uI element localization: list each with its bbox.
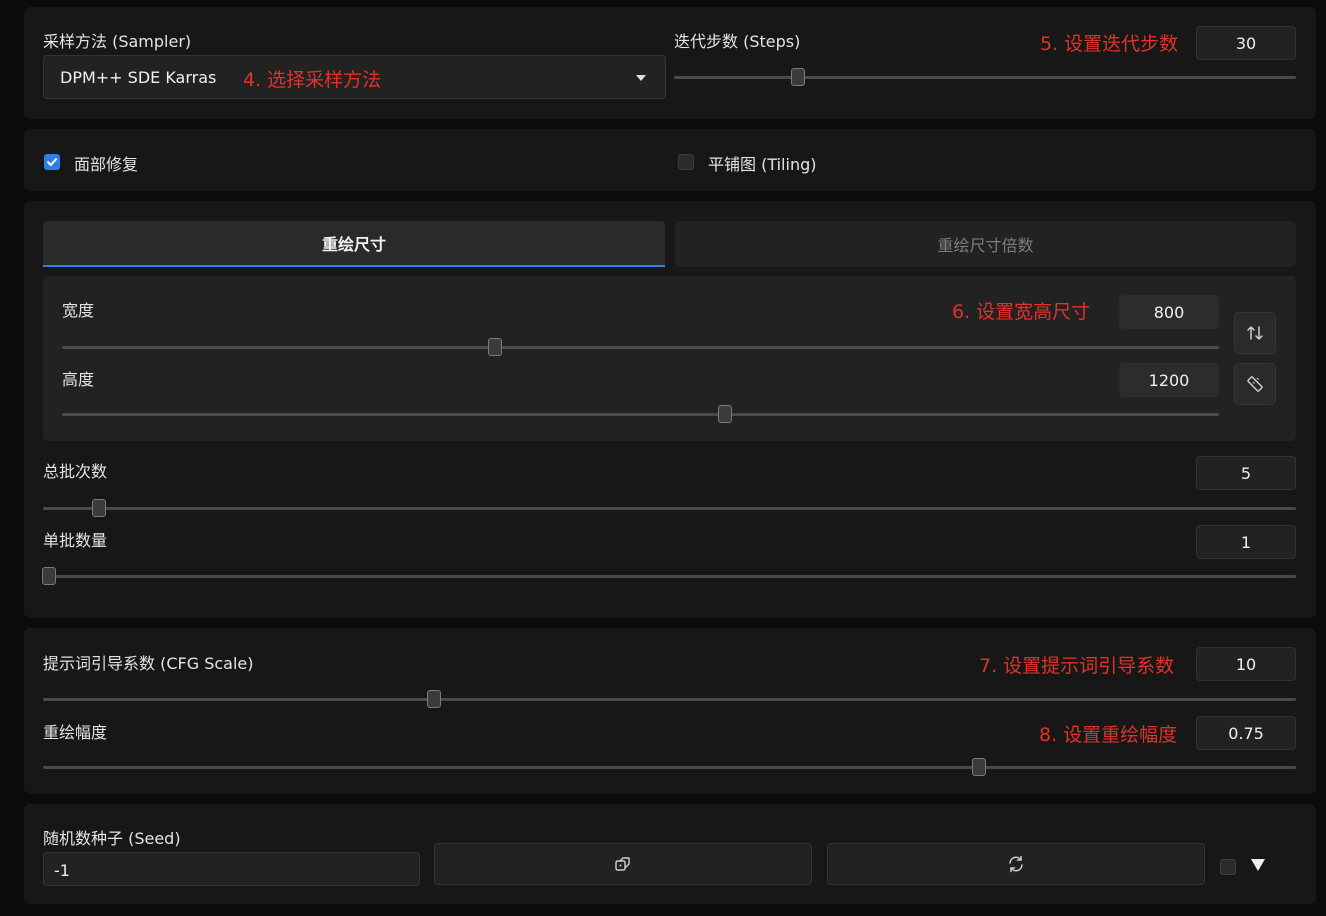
width-slider-thumb[interactable] [487,338,502,356]
batch-size-slider[interactable] [42,567,1296,585]
tab-resize-scale-label: 重绘尺寸倍数 [937,236,1034,255]
random-seed-button[interactable] [434,843,812,885]
denoise-label: 重绘幅度 [43,723,108,742]
cfg-scale-annotation: 7. 设置提示词引导系数 [979,655,1175,677]
ruler-icon [1247,376,1263,392]
face-restore-checkbox[interactable] [44,154,60,170]
steps-annotation: 5. 设置迭代步数 [1040,33,1179,55]
dimensions-panel: 重绘尺寸 重绘尺寸倍数 宽度 6. 设置宽高尺寸 800 高度 1200 总批次… [24,201,1316,618]
ruler-button[interactable] [1234,363,1276,405]
batch-size-slider-thumb[interactable] [42,567,57,585]
steps-label: 迭代步数 (Steps) [674,32,801,51]
height-label: 高度 [62,370,95,389]
width-label: 宽度 [62,301,95,320]
options-panel: 面部修复 平铺图 (Tiling) [24,129,1316,191]
sampler-dropdown[interactable]: DPM++ SDE Karras 4. 选择采样方法 [43,55,666,99]
batch-count-input[interactable]: 5 [1196,456,1296,490]
denoise-slider-thumb[interactable] [971,758,986,776]
check-icon [47,158,57,166]
cfg-scale-slider-thumb[interactable] [426,690,441,708]
batch-count-slider-thumb[interactable] [92,499,107,517]
dice-icon [615,857,630,871]
sampler-value: DPM++ SDE Karras [60,68,217,87]
swap-vertical-icon [1247,326,1263,340]
steps-slider-thumb[interactable] [791,68,806,86]
seed-value: -1 [54,861,70,880]
width-slider[interactable] [62,338,1219,356]
seed-input[interactable]: -1 [43,852,420,886]
height-slider-thumb[interactable] [717,405,732,423]
size-subpanel: 宽度 6. 设置宽高尺寸 800 高度 1200 [43,276,1296,441]
seed-extra-checkbox[interactable] [1220,859,1236,875]
cfg-scale-slider[interactable] [43,690,1296,708]
tab-resize-dimensions-label: 重绘尺寸 [321,235,386,254]
seed-panel: 随机数种子 (Seed) -1 [24,804,1316,904]
swap-dimensions-button[interactable] [1234,312,1276,354]
batch-size-label: 单批数量 [43,531,108,550]
width-input[interactable]: 800 [1119,295,1219,329]
sampler-steps-panel: 采样方法 (Sampler) DPM++ SDE Karras 4. 选择采样方… [24,7,1316,119]
steps-input[interactable]: 30 [1196,26,1296,60]
batch-count-label: 总批次数 [43,462,108,481]
sampler-label: 采样方法 (Sampler) [43,32,192,51]
steps-slider[interactable] [674,68,1296,86]
batch-size-input[interactable]: 1 [1196,525,1296,559]
cfg-scale-input[interactable]: 10 [1196,647,1296,681]
denoise-input[interactable]: 0.75 [1196,716,1296,750]
tiling-label: 平铺图 (Tiling) [708,155,817,174]
caret-down-icon [636,75,646,81]
seed-label: 随机数种子 (Seed) [43,829,181,848]
tab-resize-scale[interactable]: 重绘尺寸倍数 [675,221,1296,267]
cfg-denoise-panel: 提示词引导系数 (CFG Scale) 7. 设置提示词引导系数 10 重绘幅度… [24,628,1316,794]
sampler-annotation: 4. 选择采样方法 [243,69,382,91]
reuse-seed-button[interactable] [827,843,1205,885]
face-restore-label: 面部修复 [74,155,139,174]
size-annotation: 6. 设置宽高尺寸 [952,301,1091,323]
batch-count-slider[interactable] [43,499,1296,517]
denoise-slider[interactable] [43,758,1296,776]
triangle-down-icon[interactable] [1251,859,1265,871]
cfg-scale-label: 提示词引导系数 (CFG Scale) [43,654,254,673]
tab-resize-dimensions[interactable]: 重绘尺寸 [43,221,665,267]
denoise-annotation: 8. 设置重绘幅度 [1039,724,1178,746]
tiling-checkbox[interactable] [678,154,694,170]
height-input[interactable]: 1200 [1119,363,1219,397]
recycle-icon [1009,855,1023,873]
height-slider[interactable] [62,405,1219,423]
